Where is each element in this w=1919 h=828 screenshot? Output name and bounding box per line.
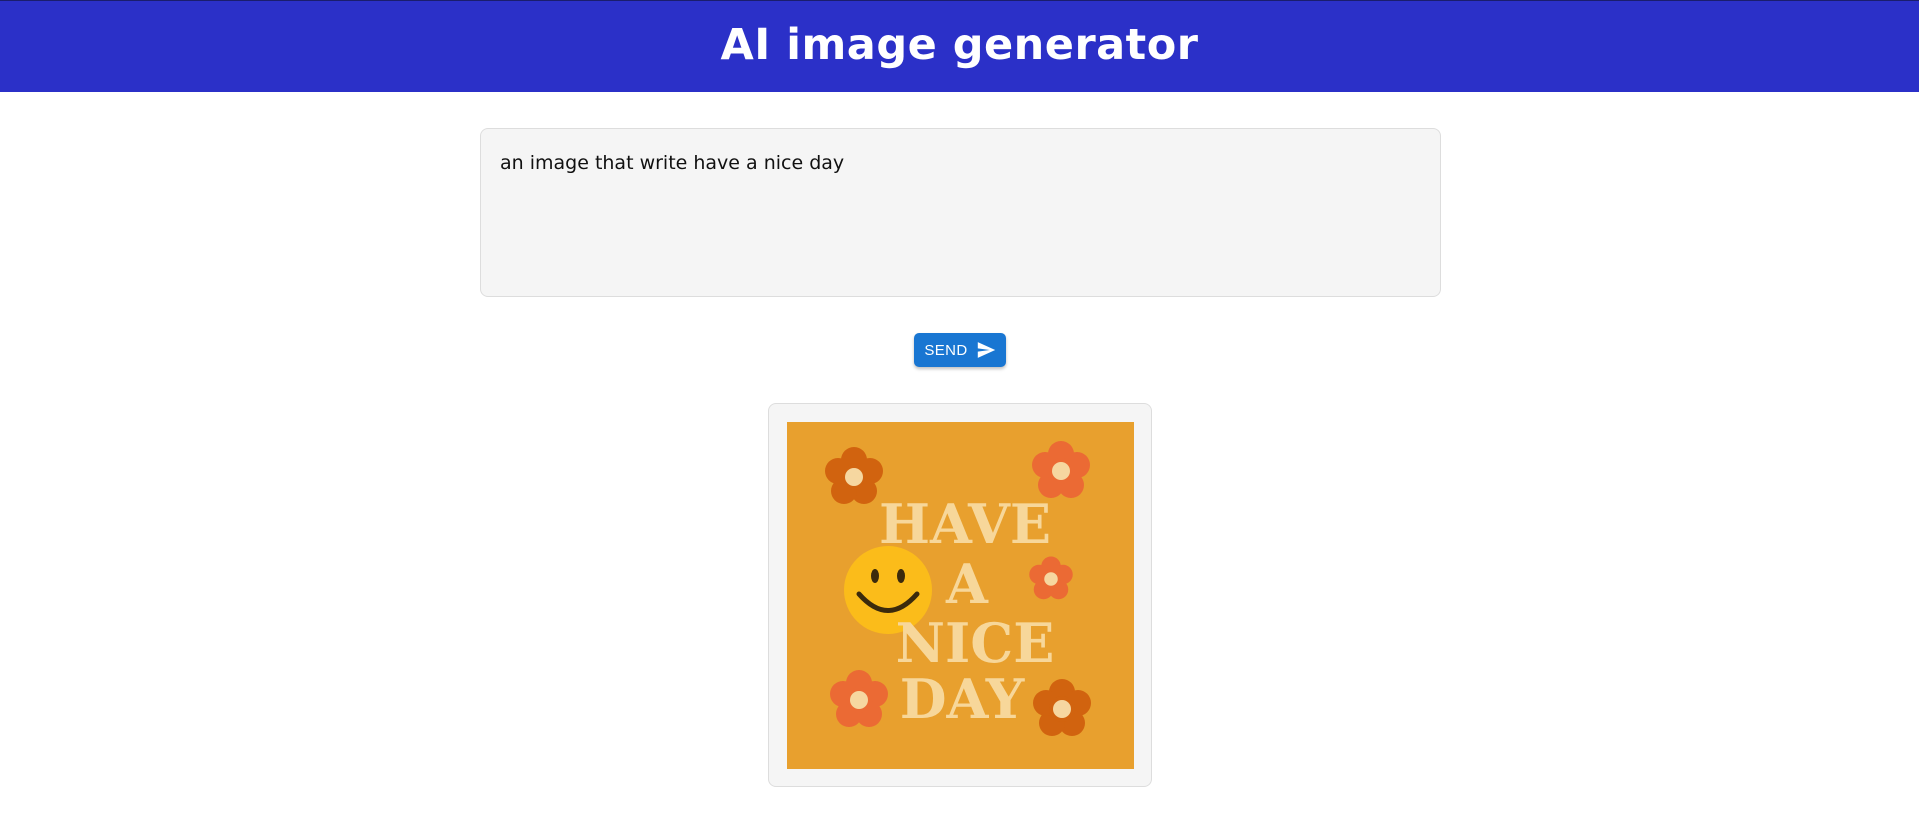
image-text-line: NICE: [896, 611, 1055, 675]
image-text-line: A: [945, 552, 989, 616]
app-header: AI image generator: [0, 0, 1919, 92]
generated-image-card: HAVE A NICE DAY: [768, 403, 1152, 787]
send-button-label: SEND: [924, 341, 968, 359]
generated-image[interactable]: HAVE A NICE DAY: [787, 422, 1134, 769]
send-icon: [977, 342, 995, 358]
send-button[interactable]: SEND: [914, 333, 1006, 367]
prompt-input[interactable]: an image that write have a nice day: [500, 151, 1421, 274]
image-text-line: DAY: [900, 667, 1026, 731]
prompt-input-box[interactable]: an image that write have a nice day: [480, 128, 1441, 297]
image-text-line: HAVE: [879, 492, 1051, 556]
page-title: AI image generator: [720, 19, 1199, 70]
